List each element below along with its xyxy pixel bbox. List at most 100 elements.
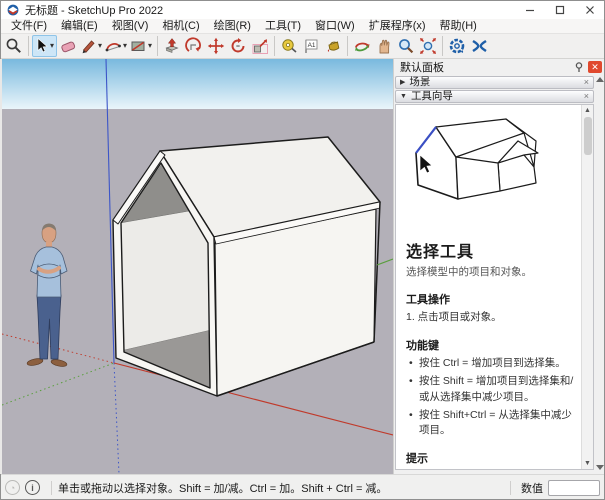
minimize-button[interactable] — [515, 0, 545, 19]
scale-icon — [251, 37, 269, 55]
rectangle-icon — [129, 37, 147, 55]
paint-bucket-icon — [324, 37, 342, 55]
getting-started-toolbar: ▾ ▾ ▾ ▾ — [0, 34, 605, 59]
panel-bar-instructor[interactable]: ▼ 工具向导 × — [395, 90, 594, 103]
title-bar: 无标题 - SketchUp Pro 2022 — [0, 0, 605, 19]
zoom-tool-button[interactable] — [395, 35, 417, 57]
menu-bar: 文件(F) 编辑(E) 视图(V) 相机(C) 绘图(R) 工具(T) 窗口(W… — [0, 19, 605, 34]
extension-tool-button-1[interactable] — [446, 35, 468, 57]
instructor-heading-tips: 提示 — [406, 450, 577, 466]
tape-measure-tool-button[interactable] — [278, 35, 300, 57]
menu-draw[interactable]: 绘图(R) — [207, 19, 258, 34]
tray-scroll-strip[interactable] — [595, 75, 605, 474]
menu-tools[interactable]: 工具(T) — [258, 19, 308, 34]
eraser-tool-button[interactable] — [57, 35, 79, 57]
geolocation-icon[interactable]: ◔ — [5, 480, 20, 495]
rotate-tool-button[interactable] — [227, 35, 249, 57]
menu-edit[interactable]: 编辑(E) — [54, 19, 105, 34]
pan-tool-button[interactable] — [373, 35, 395, 57]
window-title: 无标题 - SketchUp Pro 2022 — [25, 2, 163, 18]
arc-icon — [104, 37, 122, 55]
extension-tool-button-2[interactable] — [468, 35, 490, 57]
move-icon — [207, 37, 225, 55]
chevron-down-icon: ▼ — [400, 93, 407, 100]
zoom-extents-icon — [419, 37, 437, 55]
orbit-icon — [353, 37, 371, 55]
pan-hand-icon — [375, 37, 393, 55]
select-arrow-icon — [33, 37, 49, 55]
chevron-down-icon[interactable]: ▾ — [50, 35, 54, 57]
eraser-icon — [59, 37, 77, 55]
search-tool-button[interactable] — [3, 35, 25, 57]
menu-window[interactable]: 窗口(W) — [308, 19, 362, 34]
sky — [2, 59, 393, 109]
maximize-button[interactable] — [545, 0, 575, 19]
tape-measure-icon — [280, 37, 298, 55]
menu-file[interactable]: 文件(F) — [4, 19, 54, 34]
line-tool-button[interactable]: ▾ — [79, 35, 104, 57]
orbit-tool-button[interactable] — [351, 35, 373, 57]
tray-scroll-up-icon[interactable] — [596, 77, 604, 82]
panel-label: 场景 — [409, 77, 583, 88]
instructor-house-illustration — [406, 111, 568, 229]
scale-tool-button[interactable] — [249, 35, 271, 57]
instructor-subtitle: 选择模型中的项目和对象。 — [406, 264, 577, 279]
chevron-down-icon[interactable]: ▾ — [148, 35, 152, 57]
menu-help[interactable]: 帮助(H) — [433, 19, 484, 34]
statusbar-separator — [51, 481, 52, 495]
tray-scroll-down-icon[interactable] — [596, 465, 604, 470]
toolbar-separator — [157, 36, 158, 56]
instructor-heading-keys: 功能键 — [406, 337, 577, 353]
search-icon — [5, 37, 23, 55]
scroll-down-icon[interactable]: ▼ — [582, 458, 594, 469]
tray-title: 默认面板 — [400, 59, 573, 75]
instructor-key-item: 按住 Shift = 增加项目到选择集和/或从选择集中减少项目。 — [406, 374, 577, 404]
instructor-content: 选择工具 选择模型中的项目和对象。 工具操作 1. 点击项目或对象。 功能键 按… — [396, 105, 581, 469]
tray-header: 默认面板 ✕ — [394, 59, 605, 75]
panel-bar-scenes[interactable]: ▶ 场景 × — [395, 76, 594, 89]
instructor-scrollbar[interactable]: ▲ ▼ — [581, 105, 593, 469]
viewport-canvas[interactable] — [2, 59, 393, 474]
toolbar-separator — [274, 36, 275, 56]
menu-view[interactable]: 视图(V) — [105, 19, 156, 34]
arc-tool-button[interactable]: ▾ — [104, 35, 129, 57]
menu-camera[interactable]: 相机(C) — [155, 19, 206, 34]
measurements-input[interactable] — [548, 480, 600, 496]
rectangle-tool-button[interactable]: ▾ — [129, 35, 154, 57]
select-tool-button[interactable]: ▾ — [32, 35, 57, 57]
sketchup-logo-icon — [7, 4, 19, 16]
panel-close-icon[interactable]: × — [584, 92, 589, 101]
instructor-panel: 选择工具 选择模型中的项目和对象。 工具操作 1. 点击项目或对象。 功能键 按… — [395, 104, 594, 470]
menu-extensions[interactable]: 扩展程序(x) — [362, 19, 433, 34]
offset-icon — [185, 37, 203, 55]
sketchup-window: 无标题 - SketchUp Pro 2022 文件(F) 编辑(E) 视图(V… — [0, 0, 605, 500]
instructor-key-item: 按住 Ctrl = 增加项目到选择集。 — [406, 356, 577, 371]
tray-close-button[interactable]: ✕ — [588, 61, 602, 73]
close-button[interactable] — [575, 0, 605, 19]
pushpull-tool-button[interactable] — [161, 35, 183, 57]
scrollbar-thumb[interactable] — [584, 117, 592, 155]
offset-tool-button[interactable] — [183, 35, 205, 57]
move-tool-button[interactable] — [205, 35, 227, 57]
paint-bucket-tool-button[interactable] — [322, 35, 344, 57]
chevron-right-icon: ▶ — [400, 79, 405, 86]
pin-icon[interactable] — [573, 61, 585, 73]
panel-close-icon[interactable]: × — [584, 78, 589, 87]
info-icon[interactable]: i — [25, 480, 40, 495]
chevron-down-icon[interactable]: ▾ — [123, 35, 127, 57]
status-bar: ◔ i 单击或拖动以选择对象。Shift = 加/减。Ctrl = 加。Shif… — [0, 474, 605, 500]
chevron-down-icon[interactable]: ▾ — [98, 35, 102, 57]
instructor-heading-operation: 工具操作 — [406, 291, 577, 307]
model-viewport[interactable] — [0, 59, 393, 474]
scroll-up-icon[interactable]: ▲ — [582, 105, 594, 116]
toolbar-separator — [347, 36, 348, 56]
statusbar-separator — [510, 481, 511, 495]
extension-butterfly-icon — [470, 37, 489, 55]
extension-ring-magnifier-icon — [448, 37, 467, 55]
instructor-keys-list: 按住 Ctrl = 增加项目到选择集。 按住 Shift = 增加项目到选择集和… — [406, 356, 577, 438]
instructor-operation-step: 1. 点击项目或对象。 — [406, 310, 577, 325]
main-area: 默认面板 ✕ ▶ 场景 × ▼ 工具向导 — [0, 59, 605, 474]
svg-text:A1: A1 — [308, 42, 316, 49]
zoom-extents-tool-button[interactable] — [417, 35, 439, 57]
text-tool-button[interactable]: A1 — [300, 35, 322, 57]
